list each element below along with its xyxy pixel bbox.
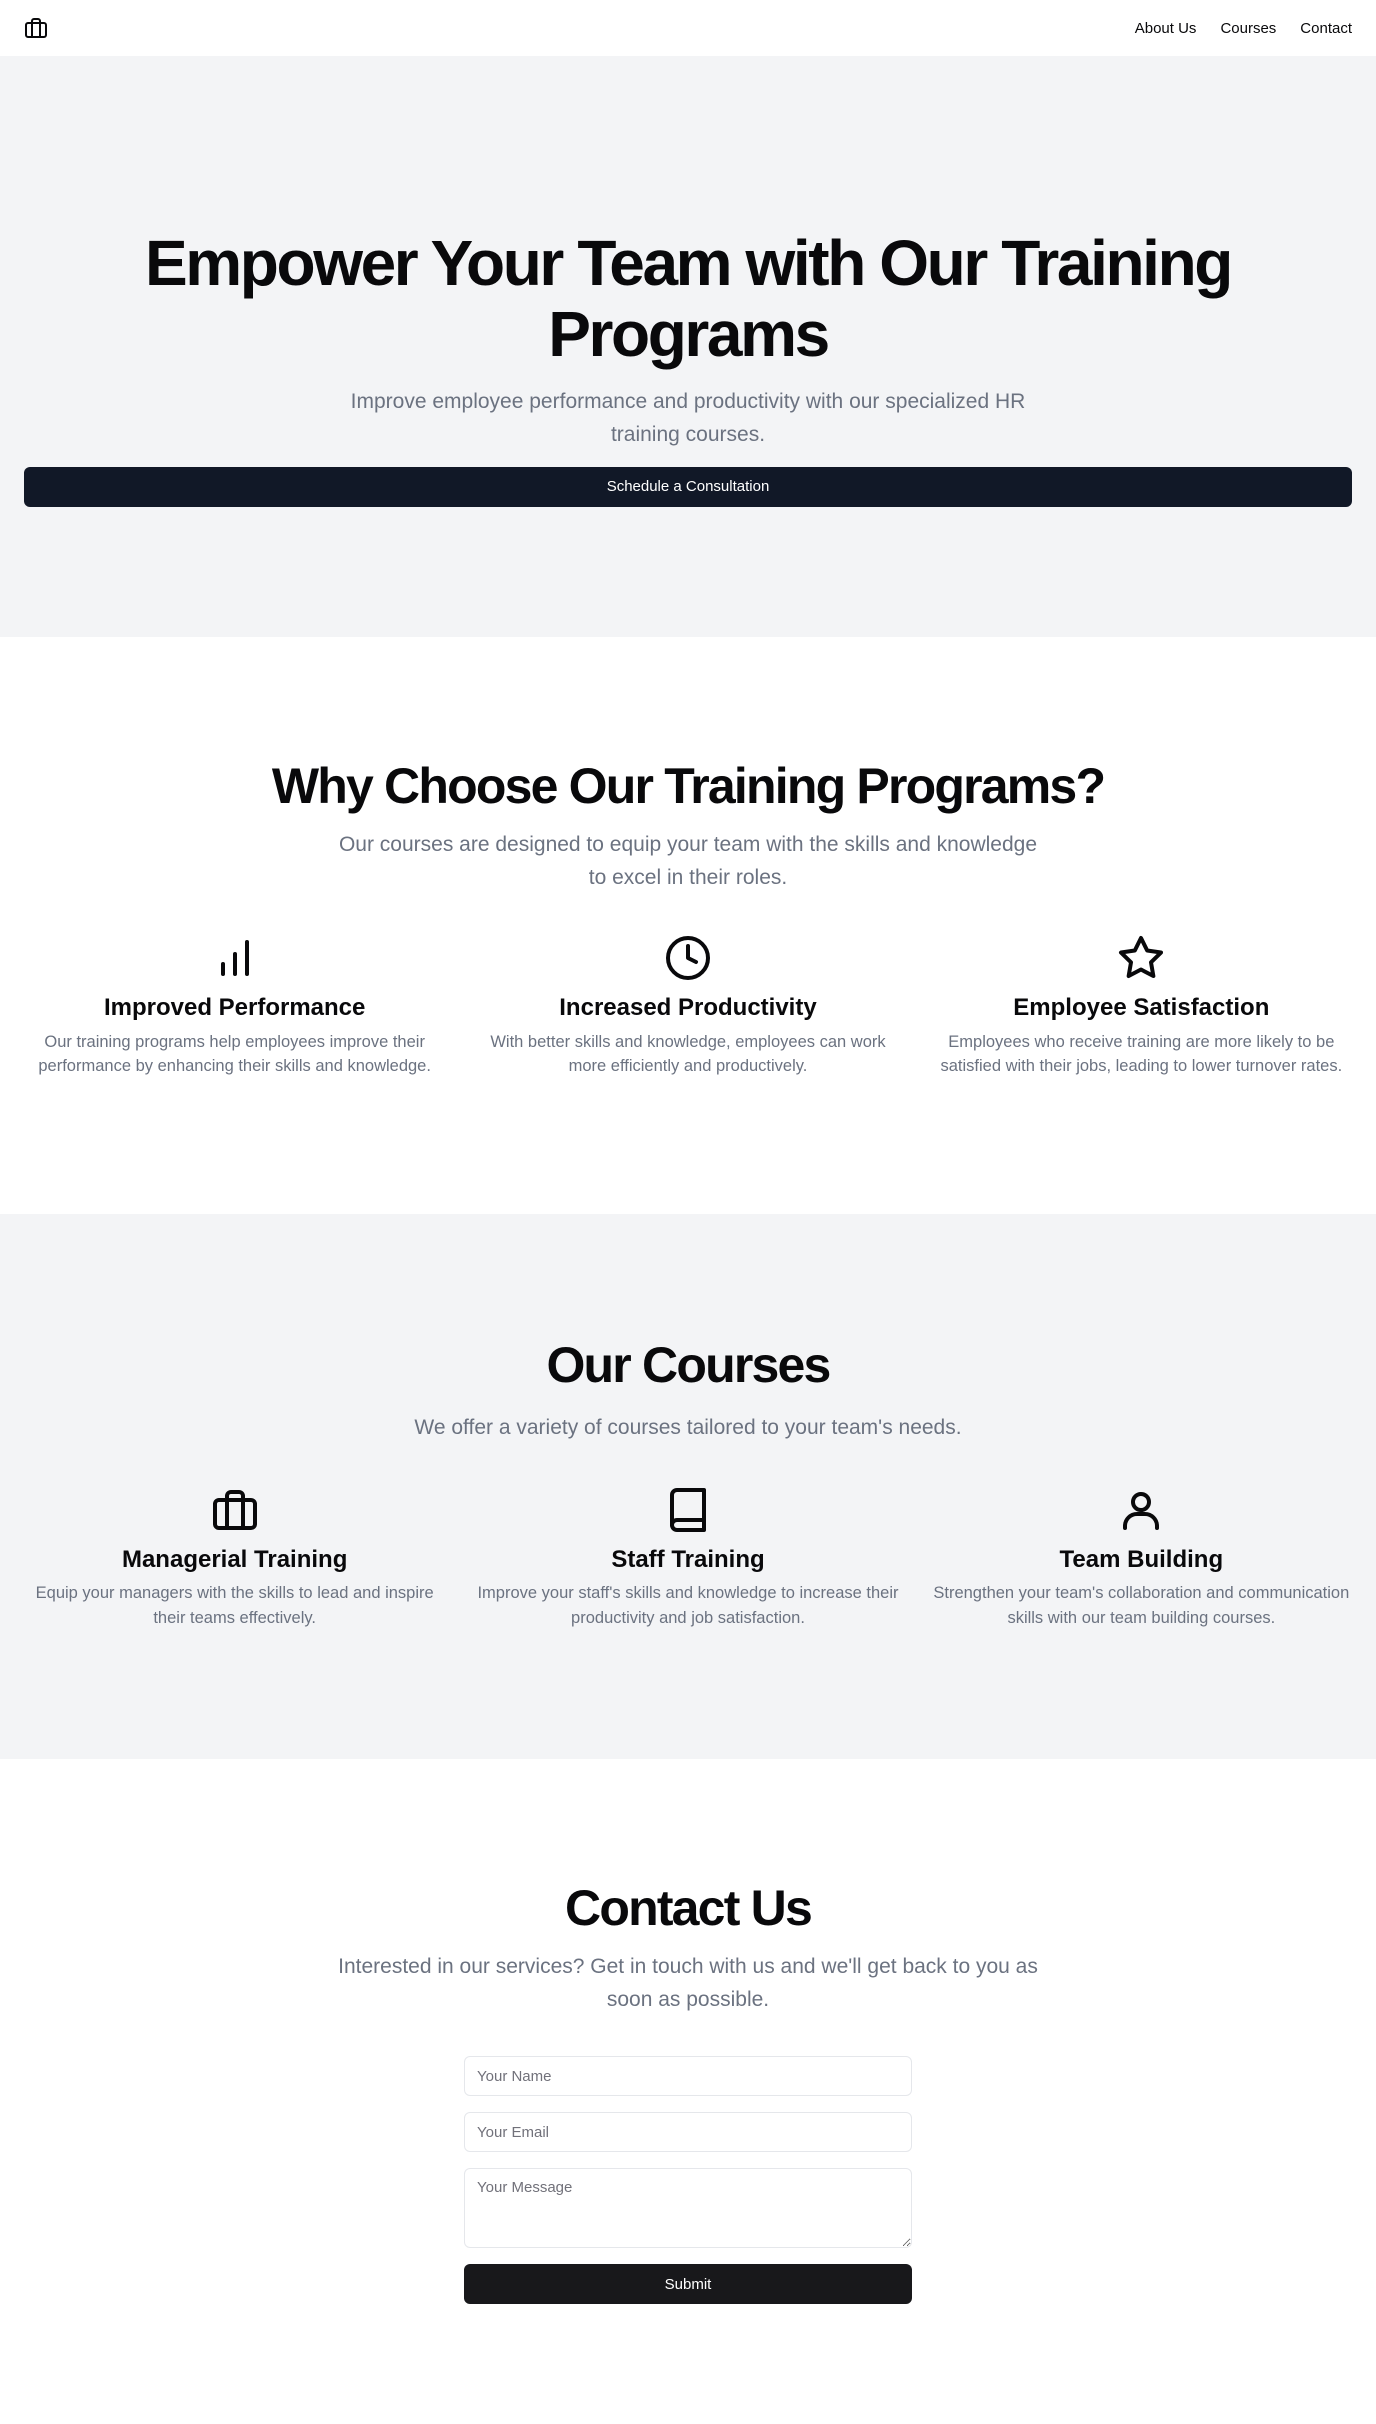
contact-title: Contact Us bbox=[565, 1880, 813, 1936]
briefcase-icon[interactable] bbox=[24, 16, 48, 40]
email-input[interactable] bbox=[464, 2112, 912, 2153]
nav-link-about-us[interactable]: About Us bbox=[1135, 20, 1197, 37]
course-text: Strengthen your team's collaboration and… bbox=[933, 1584, 1350, 1628]
feature-card: Employee Satisfaction Employees who rece… bbox=[931, 934, 1352, 1079]
feature-text: Employees who receive training are more … bbox=[940, 1032, 1343, 1076]
courses-title: Our Courses bbox=[546, 1337, 831, 1393]
feature-title: Increased Productivity bbox=[559, 994, 817, 1022]
contact-form: Submit bbox=[464, 2056, 912, 2305]
briefcase-icon bbox=[211, 1486, 259, 1534]
feature-card: Improved Performance Our training progra… bbox=[24, 934, 445, 1079]
feature-text: Our training programs help employees imp… bbox=[38, 1032, 431, 1076]
features-title: Why Choose Our Training Programs? bbox=[271, 758, 1106, 814]
contact-section: Contact Us Interested in our services? G… bbox=[0, 1759, 1376, 2424]
star-icon bbox=[1117, 934, 1165, 982]
course-card: Staff Training Improve your staff's skil… bbox=[477, 1486, 899, 1631]
submit-button[interactable]: Submit bbox=[464, 2264, 912, 2305]
course-title: Team Building bbox=[1059, 1546, 1224, 1574]
course-title: Managerial Training bbox=[121, 1546, 348, 1574]
schedule-consultation-button[interactable]: Schedule a Consultation bbox=[24, 466, 1352, 507]
nav-link-courses[interactable]: Courses bbox=[1220, 20, 1276, 37]
course-text: Equip your managers with the skills to l… bbox=[35, 1584, 434, 1628]
hero-subtitle: Improve employee performance and product… bbox=[350, 390, 1026, 447]
book-icon bbox=[664, 1486, 712, 1534]
clock-icon bbox=[664, 934, 712, 982]
main-nav: About Us Courses Contact bbox=[1135, 20, 1352, 37]
course-title: Staff Training bbox=[611, 1546, 765, 1574]
feature-title: Employee Satisfaction bbox=[1013, 994, 1270, 1022]
bar-chart-icon bbox=[211, 934, 259, 982]
features-grid: Improved Performance Our training progra… bbox=[0, 934, 1376, 1079]
nav-link-contact[interactable]: Contact bbox=[1300, 20, 1352, 37]
course-card: Managerial Training Equip your managers … bbox=[24, 1486, 445, 1631]
name-input[interactable] bbox=[464, 2056, 912, 2097]
feature-card: Increased Productivity With better skill… bbox=[477, 934, 898, 1079]
hero-title: Empower Your Team with Our Training Prog… bbox=[145, 227, 1233, 370]
courses-grid: Managerial Training Equip your managers … bbox=[0, 1486, 1376, 1631]
course-text: Improve your staff's skills and knowledg… bbox=[477, 1584, 899, 1628]
features-subtitle: Our courses are designed to equip your t… bbox=[338, 833, 1038, 890]
feature-text: With better skills and knowledge, employ… bbox=[490, 1032, 886, 1076]
course-card: Team Building Strengthen your team's col… bbox=[931, 1486, 1352, 1631]
courses-subtitle: We offer a variety of courses tailored t… bbox=[414, 1416, 962, 1439]
site-header: About Us Courses Contact bbox=[0, 0, 1376, 56]
features-section: Why Choose Our Training Programs? Our co… bbox=[0, 637, 1376, 1214]
feature-title: Improved Performance bbox=[103, 994, 366, 1022]
contact-subtitle: Interested in our services? Get in touch… bbox=[338, 1955, 1038, 2012]
message-textarea[interactable] bbox=[464, 2168, 912, 2249]
user-icon bbox=[1117, 1486, 1165, 1534]
courses-section: Our Courses We offer a variety of course… bbox=[0, 1214, 1376, 1759]
hero-section: Empower Your Team with Our Training Prog… bbox=[0, 56, 1376, 637]
